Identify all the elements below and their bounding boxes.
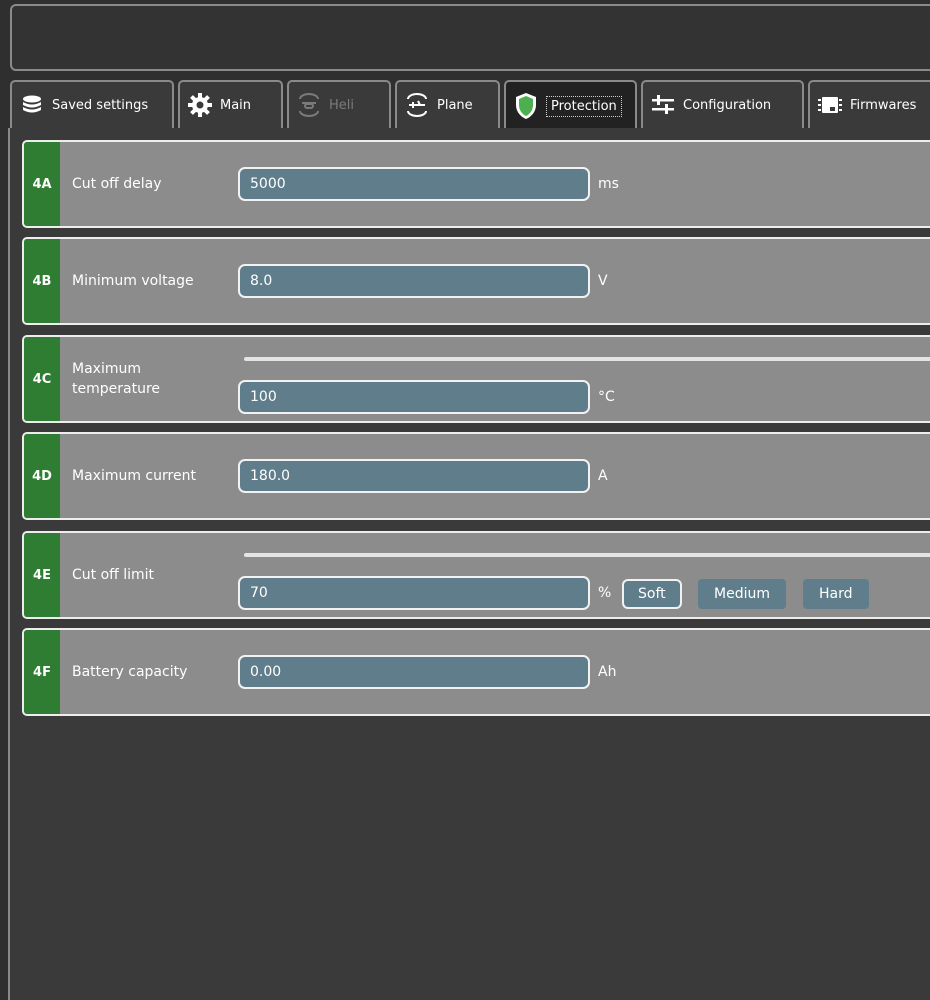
setting-card-battery-capacity: 4F Battery capacity Ah [22, 628, 930, 716]
tab-label: Main [220, 97, 252, 113]
database-icon [18, 91, 46, 119]
tab-plane[interactable]: Plane [395, 80, 500, 128]
setting-unit: Ah [598, 664, 617, 680]
setting-card-minimum-voltage: 4B Minimum voltage V [22, 237, 930, 325]
temperature-slider[interactable] [244, 357, 930, 361]
plane-icon [403, 91, 431, 119]
setting-label: Minimum voltage [72, 273, 194, 289]
preset-medium-button[interactable]: Medium [698, 579, 786, 609]
gear-icon [186, 91, 214, 119]
setting-code-badge: 4D [24, 434, 60, 518]
tab-configuration[interactable]: Configuration [641, 80, 804, 128]
setting-code-badge: 4E [24, 533, 60, 617]
setting-unit: °C [598, 389, 615, 405]
sliders-icon [649, 91, 677, 119]
protection-content: 4A Cut off delay ms 4B Minimum voltage V… [8, 128, 930, 1000]
setting-card-maximum-temperature: 4C Maximum temperature °C [22, 335, 930, 423]
tab-saved-settings[interactable]: Saved settings [10, 80, 174, 128]
setting-card-maximum-current: 4D Maximum current A [22, 432, 930, 520]
tab-firmwares[interactable]: Firmwares [808, 80, 930, 128]
cut-off-limit-input[interactable] [238, 576, 590, 610]
maximum-current-input[interactable] [238, 459, 590, 493]
setting-label: Maximum temperature [72, 361, 160, 397]
minimum-voltage-input[interactable] [238, 264, 590, 298]
setting-code-badge: 4F [24, 630, 60, 714]
tab-label: Configuration [683, 97, 772, 113]
maximum-temperature-input[interactable] [238, 380, 590, 414]
battery-capacity-input[interactable] [238, 655, 590, 689]
tab-label: Protection [546, 95, 622, 117]
setting-label: Maximum current [72, 468, 196, 484]
setting-unit: A [598, 468, 608, 484]
setting-unit: ms [598, 176, 619, 192]
setting-code-badge: 4A [24, 142, 60, 226]
setting-unit: V [598, 273, 608, 289]
tab-label: Saved settings [52, 97, 149, 113]
tab-label: Heli [329, 97, 354, 113]
preset-soft-button[interactable]: Soft [622, 579, 682, 609]
tab-label: Plane [437, 97, 473, 113]
setting-label: Battery capacity [72, 664, 188, 680]
tab-bar: Saved settings Main Heli Plane Protectio… [10, 80, 930, 130]
setting-code-badge: 4C [24, 337, 60, 421]
tab-main[interactable]: Main [178, 80, 283, 128]
tab-heli[interactable]: Heli [287, 80, 391, 128]
tab-protection[interactable]: Protection [504, 80, 637, 130]
chip-icon [816, 91, 844, 119]
setting-label: Cut off delay [72, 176, 162, 192]
setting-card-cut-off-limit: 4E Cut off limit % Soft Medium Hard [22, 531, 930, 619]
setting-card-cut-off-delay: 4A Cut off delay ms [22, 140, 930, 228]
helicopter-icon [295, 91, 323, 119]
setting-code-badge: 4B [24, 239, 60, 323]
top-header-panel [10, 4, 930, 71]
shield-icon [512, 92, 540, 120]
cut-off-limit-slider[interactable] [244, 553, 930, 557]
setting-label: Cut off limit [72, 567, 155, 583]
tab-label: Firmwares [850, 97, 917, 113]
setting-unit: % [598, 585, 612, 601]
preset-hard-button[interactable]: Hard [803, 579, 869, 609]
cut-off-delay-input[interactable] [238, 167, 590, 201]
